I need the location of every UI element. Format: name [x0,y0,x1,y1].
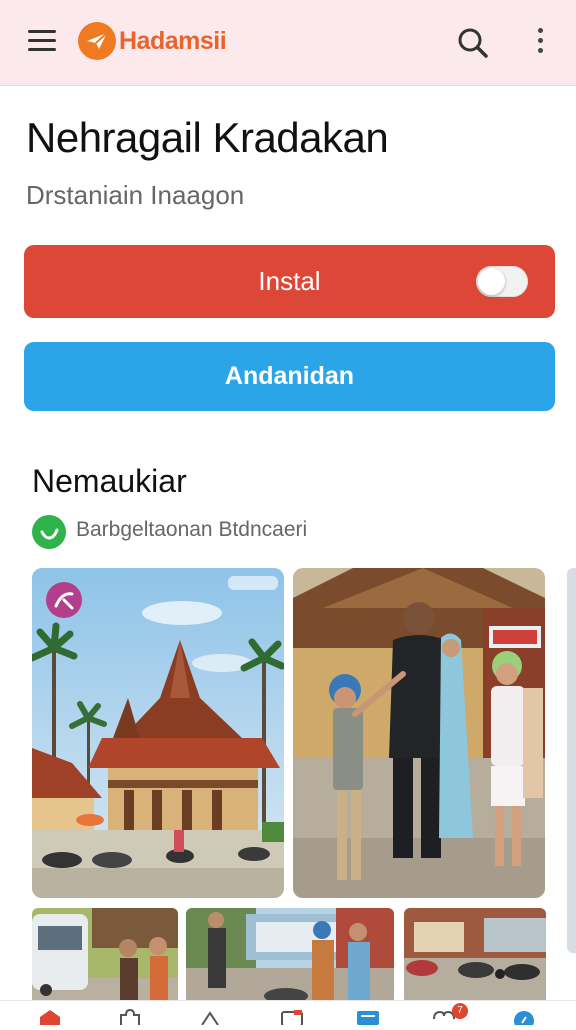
top-app-bar: Hadamsii [0,0,576,86]
app-title: Nehragail Kradakan [26,114,389,161]
list-icon[interactable] [356,1009,380,1025]
search-icon[interactable] [456,26,490,60]
home-icon[interactable] [38,1009,62,1025]
tag-icon[interactable] [198,1009,222,1026]
notification-badge: 7 [452,1003,468,1019]
toggle-knob [478,268,505,295]
section-title: Nemaukiar [32,463,187,499]
calendar-icon[interactable] [280,1009,304,1027]
puzzle-icon[interactable] [118,1008,142,1025]
thumbnail-bus[interactable] [32,908,178,1004]
app-badge-icon [46,582,82,618]
thumbnail-street[interactable] [186,908,394,1004]
thumbnail-motorbikes[interactable] [404,908,546,1004]
app-subtitle: Drstaniain Inaagon [26,180,245,210]
app-name: Hadamsii [119,27,227,55]
verified-label: Barbgeltaonan Btdncaeri [76,518,308,541]
compass-icon[interactable] [512,1009,536,1030]
next-screenshot-edge[interactable] [567,568,576,953]
secondary-action-button[interactable]: Andanidan [24,342,555,411]
more-options-icon[interactable] [534,28,546,58]
screenshot-card-family[interactable] [293,568,545,898]
paper-plane-logo-icon [78,22,116,60]
hamburger-menu-icon[interactable] [28,30,56,52]
bottom-navigation: 7 [0,1000,576,1030]
install-toggle[interactable] [476,266,528,297]
verified-check-icon [32,515,66,549]
